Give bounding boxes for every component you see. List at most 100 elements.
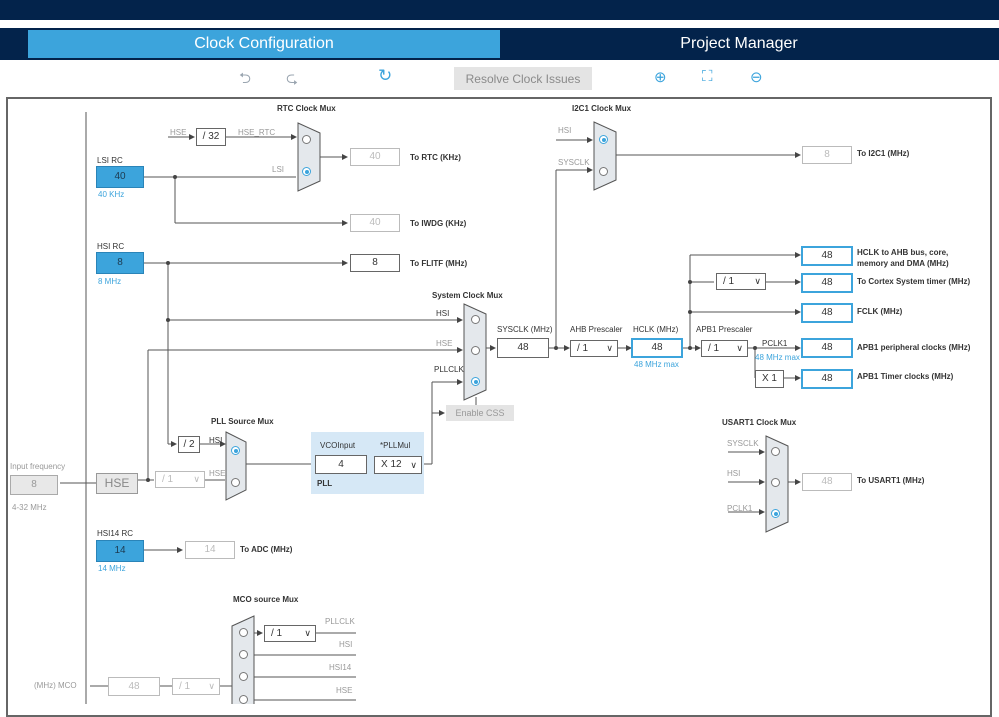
hse-rtc-divider: / 32 <box>196 128 226 146</box>
rtc-mux-lsi-radio[interactable] <box>302 167 311 176</box>
hse-prediv-value: / 1 <box>162 474 174 485</box>
usart1-output-label: To USART1 (MHz) <box>857 476 925 485</box>
hsi-rc-value[interactable]: 8 <box>96 252 144 274</box>
apb1-prescaler-value: / 1 <box>708 343 720 354</box>
flitf-output-value: 8 <box>350 254 400 272</box>
hclk-ahb-output-value[interactable]: 48 <box>801 246 853 266</box>
sysclk-mux-hse-radio[interactable] <box>471 346 480 355</box>
mco-hsi14-label: HSI14 <box>329 663 352 672</box>
usart1-mux-hsi-radio[interactable] <box>771 478 780 487</box>
hse-rtc-label: HSE_RTC <box>238 128 276 137</box>
chevron-down-icon: ∨ <box>193 474 200 484</box>
adc-output-label: To ADC (MHz) <box>240 545 293 554</box>
cortex-timer-divider-select[interactable]: / 1 ∨ <box>716 273 766 290</box>
sysclk-mux-hsi-label: HSI <box>436 309 450 318</box>
hsi14-rc-value[interactable]: 14 <box>96 540 144 562</box>
ahb-prescaler-select[interactable]: / 1 ∨ <box>570 340 618 357</box>
sysclk-mux-pllclk-radio[interactable] <box>471 377 480 386</box>
lsi-mux-label: LSI <box>272 165 285 174</box>
hsi14-rc-title: HSI14 RC <box>97 529 134 538</box>
usart1-mux-pclk1-radio[interactable] <box>771 509 780 518</box>
input-frequency-range: 4-32 MHz <box>12 503 47 512</box>
fclk-output-label: FCLK (MHz) <box>857 307 903 316</box>
fclk-output-value[interactable]: 48 <box>801 303 853 323</box>
input-frequency-value[interactable]: 8 <box>10 475 58 495</box>
apb1-timer-output-value[interactable]: 48 <box>801 369 853 389</box>
lsi-rc-value[interactable]: 40 <box>96 166 144 188</box>
hclk-value[interactable]: 48 <box>631 338 683 358</box>
pclk1-label: PCLK1 <box>762 339 788 348</box>
apb1-timer-multiplier: X 1 <box>755 370 784 388</box>
i2c1-mux-sysclk-radio[interactable] <box>599 167 608 176</box>
pll-src-hsi-radio[interactable] <box>231 446 240 455</box>
iwdg-output-value: 40 <box>350 214 400 232</box>
pclk1-max-label: 48 MHz max <box>755 353 800 362</box>
rtc-output-value: 40 <box>350 148 400 166</box>
mco-pll-divider-value: / 1 <box>271 628 283 639</box>
hsi-rc-unit: 8 MHz <box>98 277 122 286</box>
chevron-down-icon: ∨ <box>736 343 743 353</box>
mco-mux-hsi14-radio[interactable] <box>239 672 248 681</box>
i2c1-hsi-label: HSI <box>558 126 572 135</box>
pllmul-select[interactable]: X 12 ∨ <box>374 456 422 474</box>
mco-output-value: 48 <box>108 677 160 696</box>
apb1-prescaler-select[interactable]: / 1 ∨ <box>701 340 748 357</box>
mco-divider-select[interactable]: / 1 ∨ <box>172 678 220 695</box>
i2c1-mux-title: I2C1 Clock Mux <box>572 104 632 113</box>
rtc-mux-hse-radio[interactable] <box>302 135 311 144</box>
cortex-divider-value: / 1 <box>723 276 735 287</box>
usart1-mux-title: USART1 Clock Mux <box>722 418 797 427</box>
apb1-peripheral-output-value[interactable]: 48 <box>801 338 853 358</box>
i2c1-output-label: To I2C1 (MHz) <box>857 149 910 158</box>
mco-mux-title: MCO source Mux <box>233 595 299 604</box>
flitf-output-label: To FLITF (MHz) <box>410 259 468 268</box>
mco-mux-hse-radio[interactable] <box>239 695 248 704</box>
ahb-prescaler-value: / 1 <box>577 343 589 354</box>
sysclk-mux-hse-label: HSE <box>436 339 453 348</box>
hclk-ahb-output-label-2: memory and DMA (MHz) <box>857 259 949 268</box>
apb1-timer-output-label: APB1 Timer clocks (MHz) <box>857 372 954 381</box>
usart1-output-value: 48 <box>802 473 852 491</box>
chevron-down-icon: ∨ <box>208 681 215 691</box>
input-frequency-title: Input frequency <box>10 462 66 471</box>
hclk-max-label: 48 MHz max <box>634 360 679 369</box>
mco-divider-value: / 1 <box>179 681 191 692</box>
chevron-down-icon: ∨ <box>410 460 417 470</box>
sysclk-mux-title: System Clock Mux <box>432 291 503 300</box>
pll-label: PLL <box>317 479 333 488</box>
usart1-sysclk-label: SYSCLK <box>727 439 759 448</box>
sysclk-mux-hsi-radio[interactable] <box>471 315 480 324</box>
rtc-output-label: To RTC (KHz) <box>410 153 461 162</box>
mco-mux-pllclk-radio[interactable] <box>239 628 248 637</box>
pll-src-hse-radio[interactable] <box>231 478 240 487</box>
usart1-mux-sysclk-radio[interactable] <box>771 447 780 456</box>
hse-prediv-select[interactable]: / 1 ∨ <box>155 471 205 488</box>
rtc-mux-title: RTC Clock Mux <box>277 104 336 113</box>
cortex-timer-output-value[interactable]: 48 <box>801 273 853 293</box>
mco-hsi-label: HSI <box>339 640 353 649</box>
i2c1-mux-hsi-radio[interactable] <box>599 135 608 144</box>
usart1-hsi-label: HSI <box>727 469 741 478</box>
i2c1-sysclk-label: SYSCLK <box>558 158 590 167</box>
hsi14-rc-unit: 14 MHz <box>98 564 126 573</box>
ahb-prescaler-title: AHB Prescaler <box>570 325 623 334</box>
vco-input-value: 4 <box>315 455 367 474</box>
chevron-down-icon: ∨ <box>606 343 613 353</box>
vco-input-title: VCOInput <box>320 441 356 450</box>
mco-pll-divider-select[interactable]: / 1 ∨ <box>264 625 316 642</box>
pll-hsi-divider: / 2 <box>178 436 200 453</box>
sysclk-value: 48 <box>497 338 549 358</box>
pll-source-mux-title: PLL Source Mux <box>211 417 274 426</box>
cortex-timer-output-label: To Cortex System timer (MHz) <box>857 277 971 286</box>
mco-mux-hsi-radio[interactable] <box>239 650 248 659</box>
hsi-rc-title: HSI RC <box>97 242 125 251</box>
enable-css-button[interactable]: Enable CSS <box>446 405 514 421</box>
chevron-down-icon: ∨ <box>754 276 761 286</box>
pll-src-hse-label: HSE <box>209 469 226 478</box>
usart1-pclk1-label: PCLK1 <box>727 504 753 513</box>
hse-source-block[interactable]: HSE <box>96 473 138 494</box>
hclk-ahb-output-label: HCLK to AHB bus, core, <box>857 248 949 257</box>
lsi-rc-unit: 40 KHz <box>98 190 125 199</box>
mco-label: (MHz) MCO <box>34 681 77 690</box>
pll-src-hsi-label: HSI <box>209 436 223 445</box>
